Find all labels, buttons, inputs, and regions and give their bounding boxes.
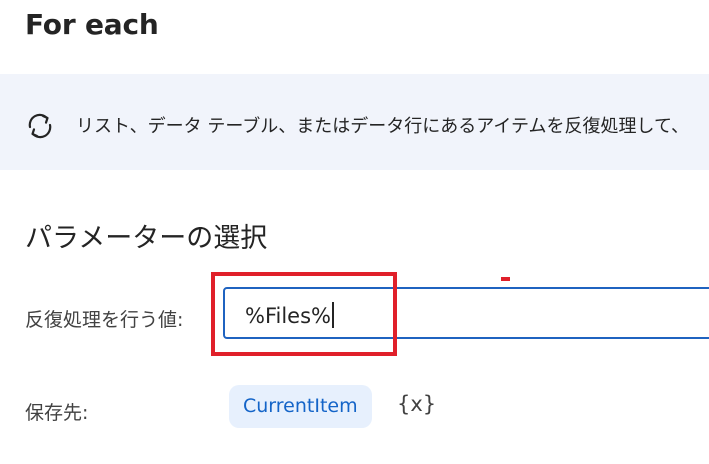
info-description: リスト、データ テーブル、またはデータ行にあるアイテムを反復処理して、	[76, 116, 690, 137]
highlight-annotation	[211, 272, 397, 356]
variable-chip[interactable]: CurrentItem	[229, 385, 372, 428]
red-mark	[501, 277, 510, 281]
save-to-label: 保存先:	[25, 402, 89, 424]
variable-picker-icon[interactable]: {x}	[397, 392, 436, 416]
for-each-dialog: For each リスト、データ テーブル、またはデータ行にあるアイテムを反復処…	[0, 0, 709, 464]
section-title: パラメーターの選択	[25, 223, 268, 254]
loop-icon	[28, 113, 52, 139]
dialog-title: For each	[25, 8, 159, 41]
iterate-value-label: 反復処理を行う値:	[25, 309, 184, 331]
